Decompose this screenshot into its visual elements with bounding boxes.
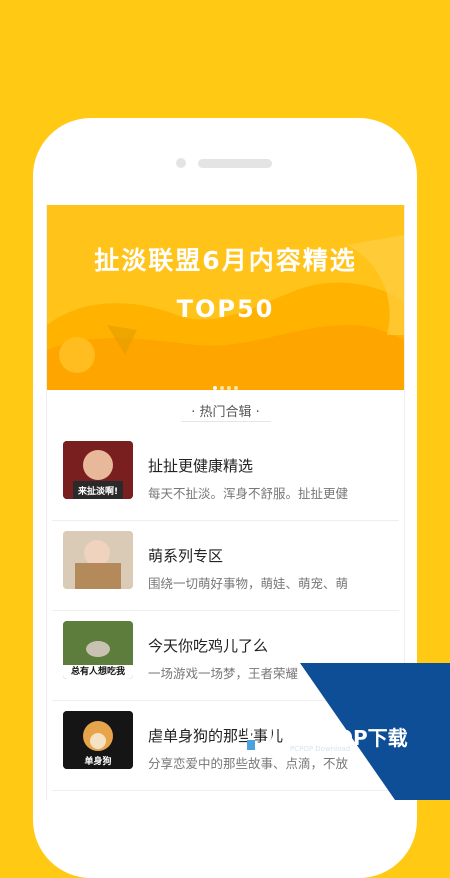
- thumbnail-image: 单身狗: [63, 711, 133, 769]
- list-item[interactable]: 来扯淡啊! 扯扯更健康精选 每天不扯淡。浑身不舒服。扯扯更健: [52, 431, 399, 521]
- app-screen: 扯淡联盟6月内容精选 TOP50 · 热门合辑 · 来扯淡啊! 扯扯更健康精选 …: [46, 205, 405, 800]
- list-item[interactable]: 总有人想吃我 今天你吃鸡儿了么 一场游戏一场梦，王者荣耀: [52, 611, 399, 701]
- section-divider: [181, 421, 271, 422]
- phone-speaker: [198, 159, 272, 168]
- thumbnail-image: [63, 531, 133, 589]
- section-title: · 热门合辑 ·: [191, 405, 260, 420]
- item-description: 一场游戏一场梦，王者荣耀: [148, 666, 299, 681]
- list-item[interactable]: 萌系列专区 围绕一切萌好事物，萌娃、萌宠、萌: [52, 521, 399, 611]
- thumbnail-caption: 单身狗: [84, 757, 112, 767]
- carousel-dot[interactable]: [213, 386, 217, 390]
- carousel-dot[interactable]: [227, 386, 231, 390]
- banner-title: 扯淡联盟6月内容精选: [94, 246, 357, 275]
- thumbnail-caption: 来扯淡啊!: [77, 487, 119, 497]
- item-title: 今天你吃鸡儿了么: [148, 637, 269, 655]
- thumbnail-image: 来扯淡啊!: [63, 441, 133, 499]
- item-title: 虐单身狗的那些事儿: [148, 727, 284, 745]
- watermark-subtext: PCPOP Download: [290, 745, 351, 753]
- thumbnail-caption: 总有人想吃我: [70, 667, 125, 677]
- thumbnail-art: [63, 531, 133, 589]
- thumbnail-image: 总有人想吃我: [63, 621, 133, 679]
- item-title: 萌系列专区: [148, 547, 224, 565]
- carousel-dot[interactable]: [234, 386, 238, 390]
- promo-banner[interactable]: 扯淡联盟6月内容精选 TOP50: [47, 205, 404, 390]
- item-title: 扯扯更健康精选: [148, 457, 254, 475]
- item-description: 分享恋爱中的那些故事、点滴，不放: [148, 756, 349, 771]
- item-description: 围绕一切萌好事物，萌娃、萌宠、萌: [148, 576, 349, 591]
- carousel-dots: [213, 375, 241, 390]
- front-camera: [176, 158, 186, 168]
- item-description: 每天不扯淡。浑身不舒服。扯扯更健: [148, 486, 349, 501]
- banner-subtitle: TOP50: [176, 295, 275, 323]
- carousel-dot[interactable]: [220, 386, 224, 390]
